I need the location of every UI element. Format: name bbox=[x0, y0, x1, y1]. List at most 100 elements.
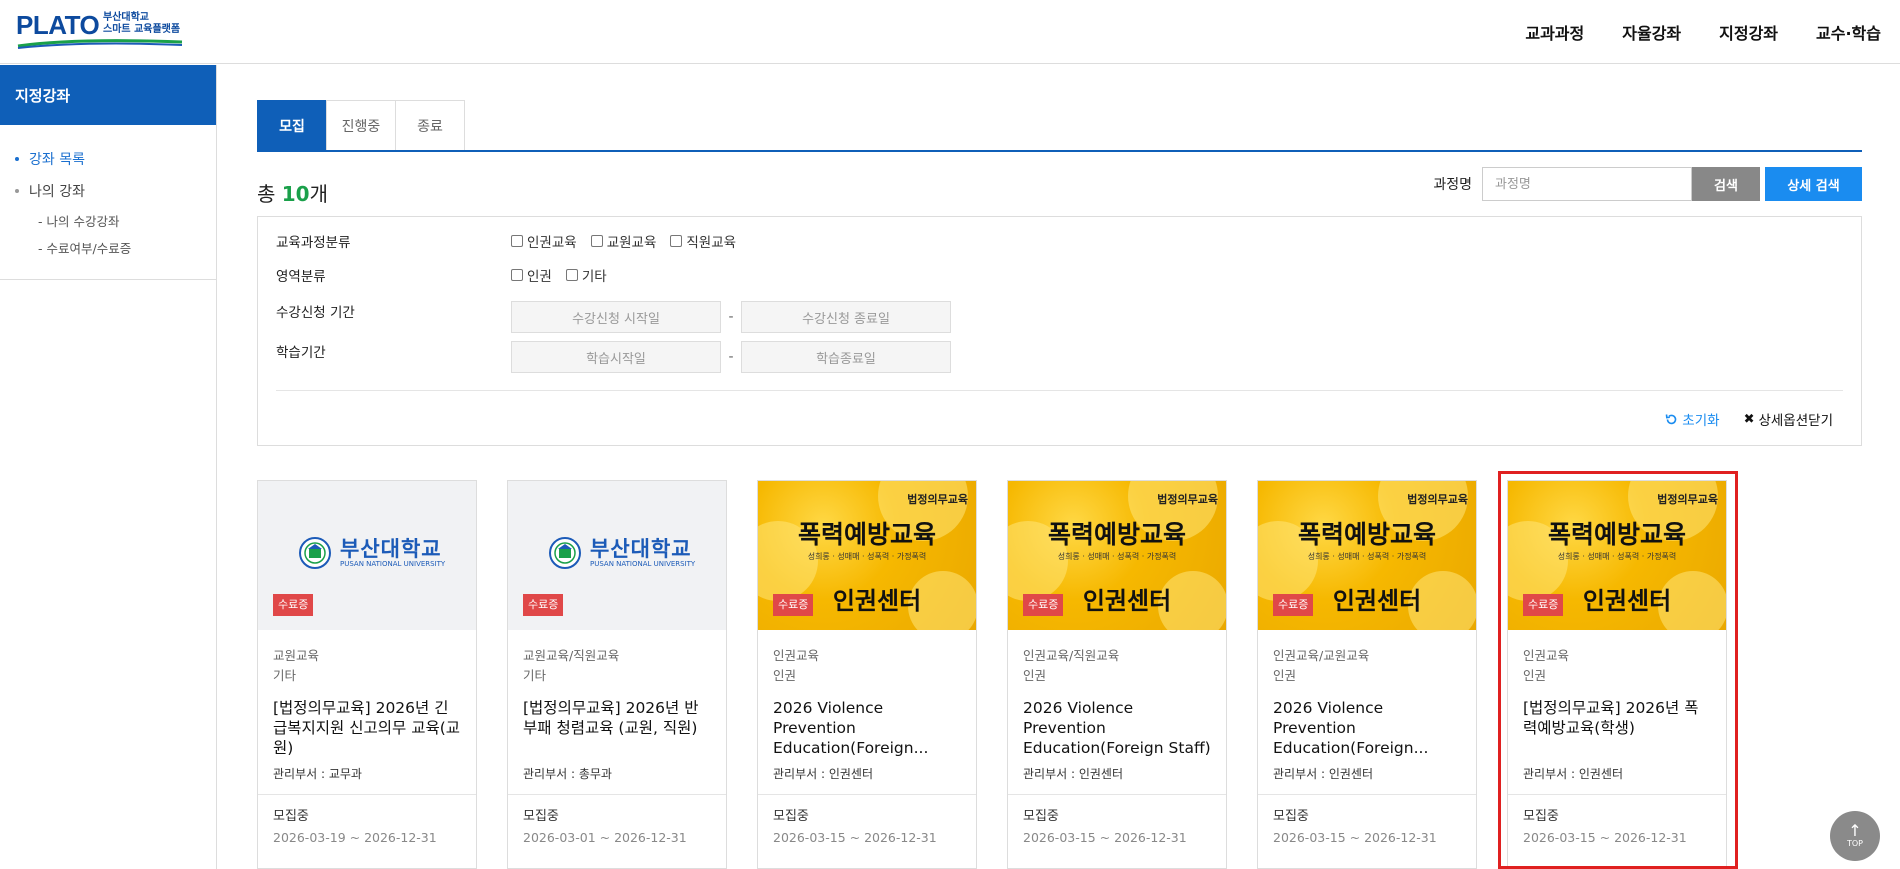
checkbox-box[interactable] bbox=[590, 235, 603, 247]
course-card[interactable]: 법정의무교육 폭력예방교육 성희롱 · 성매매 · 성폭력 · 가정폭력 인권센… bbox=[757, 480, 977, 869]
date-dash: - bbox=[728, 349, 734, 365]
top-header: PLATO 부산대학교 스마트 교육플랫폼 교과과정 자율강좌 지정강좌 교수·… bbox=[0, 0, 1900, 64]
card-body: 인권교육/직원교육 인권 2026 Violence Prevention Ed… bbox=[1008, 630, 1226, 795]
course-category: 인권교육/교원교육 bbox=[1273, 648, 1370, 663]
checkbox-box[interactable] bbox=[565, 269, 578, 281]
course-card[interactable]: 법정의무교육 폭력예방교육 성희롱 · 성매매 · 성폭력 · 가정폭력 인권센… bbox=[1507, 480, 1727, 869]
logo-sub-text: 부산대학교 스마트 교육플랫폼 bbox=[103, 12, 180, 36]
checkbox-box[interactable] bbox=[670, 235, 683, 247]
course-area: 인권 bbox=[1523, 668, 1547, 683]
course-department: 관리부서 : 총무과 bbox=[523, 767, 612, 781]
nav-teaching-learning[interactable]: 교수·학습 bbox=[1797, 20, 1900, 44]
sidebar-item-course-list[interactable]: 강좌 목록 bbox=[0, 143, 216, 175]
card-footer: 모집중 2026-03-01 ~ 2026-12-31 bbox=[508, 795, 726, 861]
course-department: 관리부서 : 인권센터 bbox=[1023, 767, 1123, 781]
course-card[interactable]: 법정의무교육 폭력예방교육 성희롱 · 성매매 · 성폭력 · 가정폭력 인권센… bbox=[1257, 480, 1477, 869]
sidebar-sub-my-enrolled[interactable]: - 나의 수강강좌 bbox=[0, 207, 216, 234]
checkbox-label: 기타 bbox=[581, 269, 607, 285]
checkbox-label: 교원교육 bbox=[606, 235, 657, 251]
course-title[interactable]: 2026 Violence Prevention Education(Forei… bbox=[1273, 698, 1461, 758]
certificate-badge: 수료증 bbox=[773, 594, 814, 616]
card-body: 교원교육/직원교육 기타 [법정의무교육] 2026년 반부패 청렴교육 (교원… bbox=[508, 630, 726, 795]
course-area: 기타 bbox=[523, 668, 547, 683]
course-category: 교원교육 bbox=[273, 648, 320, 663]
course-thumbnail: 법정의무교육 폭력예방교육 성희롱 · 성매매 · 성폭력 · 가정폭력 인권센… bbox=[758, 481, 976, 630]
course-card[interactable]: 부산대학교 PUSAN NATIONAL UNIVERSITY 수료증 교원교육… bbox=[257, 480, 477, 869]
global-nav: 교과과정 자율강좌 지정강좌 교수·학습 bbox=[1506, 0, 1900, 64]
main-content: 모집 진행중 종료 총 10개 과정명 검색 상세 검색 교육과정분류 인권교육… bbox=[257, 100, 1862, 446]
violence-subtitle: 성희롱 · 성매매 · 성폭력 · 가정폭력 bbox=[1057, 552, 1177, 561]
sidebar-item-label: 나의 강좌 bbox=[29, 184, 85, 200]
violence-title: 폭력예방교육 bbox=[797, 520, 936, 549]
tab-ended[interactable]: 종료 bbox=[395, 100, 465, 150]
tab-recruiting[interactable]: 모집 bbox=[257, 100, 327, 150]
filter-actions: 초기화 ✖ 상세옵션닫기 bbox=[1665, 409, 1833, 429]
checkbox-human-rights-edu[interactable]: 인권교육 bbox=[511, 231, 577, 251]
violence-subtitle: 성희롱 · 성매매 · 성폭력 · 가정폭력 bbox=[1307, 552, 1427, 561]
pnu-name-ko: 부산대학교 bbox=[590, 537, 692, 561]
checkbox-box[interactable] bbox=[511, 269, 523, 281]
certificate-badge: 수료증 bbox=[1023, 594, 1064, 616]
course-department: 관리부서 : 인권센터 bbox=[1273, 767, 1373, 781]
reset-label: 초기화 bbox=[1682, 413, 1720, 429]
course-category: 인권교육/직원교육 bbox=[1023, 648, 1120, 663]
tab-in-progress[interactable]: 진행중 bbox=[326, 100, 396, 150]
course-name-search-input[interactable] bbox=[1482, 167, 1692, 201]
study-end-date-input[interactable]: 학습종료일 bbox=[741, 341, 951, 373]
recruit-status: 모집중 bbox=[1273, 809, 1309, 824]
checkbox-faculty-edu[interactable]: 교원교육 bbox=[590, 231, 657, 251]
summary-row: 총 10개 과정명 검색 상세 검색 bbox=[257, 152, 1862, 216]
checkbox-human-rights[interactable]: 인권 bbox=[511, 265, 552, 285]
card-footer: 모집중 2026-03-15 ~ 2026-12-31 bbox=[1258, 795, 1476, 861]
total-suffix: 개 bbox=[309, 182, 329, 206]
course-thumbnail: 부산대학교 PUSAN NATIONAL UNIVERSITY 수료증 bbox=[508, 481, 726, 630]
violence-title: 폭력예방교육 bbox=[1047, 520, 1186, 549]
close-icon: ✖ bbox=[1743, 411, 1755, 427]
legal-duty-label: 법정의무교육 bbox=[907, 493, 968, 506]
filter-label: 학습기간 bbox=[276, 345, 326, 361]
course-title[interactable]: [법정의무교육] 2026년 반부패 청렴교육 (교원, 직원) bbox=[523, 698, 711, 758]
card-footer: 모집중 2026-03-15 ~ 2026-12-31 bbox=[1508, 795, 1726, 861]
recruit-status: 모집중 bbox=[1023, 809, 1059, 824]
nav-curriculum[interactable]: 교과과정 bbox=[1506, 20, 1603, 44]
pnu-wordmark: 부산대학교 PUSAN NATIONAL UNIVERSITY bbox=[590, 538, 695, 568]
scroll-top-button[interactable]: ↑ TOP bbox=[1830, 811, 1880, 861]
nav-self-course[interactable]: 자율강좌 bbox=[1603, 20, 1700, 44]
course-period: 2026-03-15 ~ 2026-12-31 bbox=[773, 830, 937, 845]
checkbox-other[interactable]: 기타 bbox=[565, 265, 607, 285]
certificate-badge: 수료증 bbox=[523, 594, 564, 616]
course-title[interactable]: [법정의무교육] 2026년 폭력예방교육(학생) bbox=[1523, 698, 1711, 758]
course-title[interactable]: 2026 Violence Prevention Education(Forei… bbox=[1023, 698, 1211, 758]
study-start-date-input[interactable]: 학습시작일 bbox=[511, 341, 721, 373]
pnu-name-en: PUSAN NATIONAL UNIVERSITY bbox=[590, 560, 696, 568]
card-footer: 모집중 2026-03-15 ~ 2026-12-31 bbox=[1008, 795, 1226, 861]
course-card[interactable]: 법정의무교육 폭력예방교육 성희롱 · 성매매 · 성폭력 · 가정폭력 인권센… bbox=[1007, 480, 1227, 869]
apply-end-date-input[interactable]: 수강신청 종료일 bbox=[741, 301, 951, 333]
logo-sub-line2: 스마트 교육플랫폼 bbox=[103, 24, 181, 35]
close-detail-options-button[interactable]: ✖ 상세옵션닫기 bbox=[1743, 409, 1833, 430]
sidebar-sub-completion[interactable]: - 수료여부/수료증 bbox=[0, 234, 216, 261]
refresh-icon bbox=[1666, 413, 1677, 424]
course-thumbnail: 법정의무교육 폭력예방교육 성희롱 · 성매매 · 성폭력 · 가정폭력 인권센… bbox=[1508, 481, 1726, 630]
nav-designated-course[interactable]: 지정강좌 bbox=[1700, 20, 1797, 44]
course-category: 인권교육 bbox=[1523, 648, 1570, 663]
detail-search-button[interactable]: 상세 검색 bbox=[1765, 167, 1862, 201]
course-title[interactable]: [법정의무교육] 2026년 긴급복지지원 신고의무 교육(교원) bbox=[273, 698, 461, 758]
apply-start-date-input[interactable]: 수강신청 시작일 bbox=[511, 301, 721, 333]
search-button[interactable]: 검색 bbox=[1692, 167, 1760, 201]
search-label: 과정명 bbox=[1433, 177, 1472, 193]
checkbox-staff-edu[interactable]: 직원교육 bbox=[670, 231, 736, 251]
reset-button[interactable]: 초기화 bbox=[1665, 409, 1720, 429]
filter-label: 영역분류 bbox=[276, 269, 326, 285]
checkbox-box[interactable] bbox=[511, 235, 523, 247]
legal-duty-label: 법정의무교육 bbox=[1407, 493, 1468, 506]
course-period: 2026-03-01 ~ 2026-12-31 bbox=[523, 830, 687, 845]
course-card[interactable]: 부산대학교 PUSAN NATIONAL UNIVERSITY 수료증 교원교육… bbox=[507, 480, 727, 869]
course-title[interactable]: 2026 Violence Prevention Education(Forei… bbox=[773, 698, 961, 758]
course-department: 관리부서 : 인권센터 bbox=[773, 767, 873, 781]
plato-logo[interactable]: PLATO 부산대학교 스마트 교육플랫폼 bbox=[16, 10, 186, 50]
sidebar: 지정강좌 강좌 목록 나의 강좌 - 나의 수강강좌 - 수료여부/수료증 bbox=[0, 65, 217, 869]
logo-sub-line1: 부산대학교 bbox=[103, 12, 149, 23]
card-body: 인권교육/교원교육 인권 2026 Violence Prevention Ed… bbox=[1258, 630, 1476, 795]
sidebar-item-my-course[interactable]: 나의 강좌 bbox=[0, 175, 216, 207]
